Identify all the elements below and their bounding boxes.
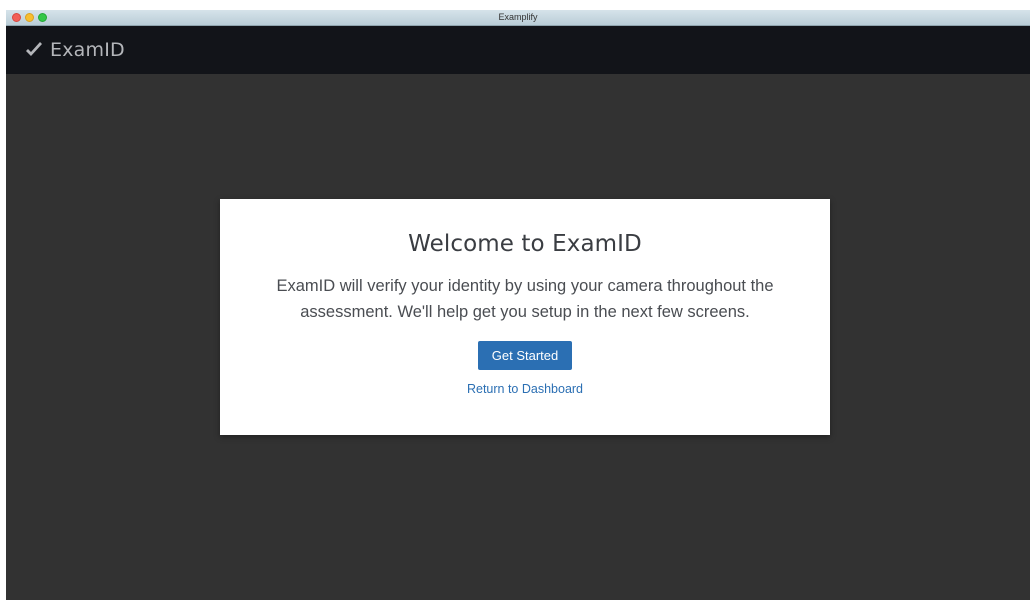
app-window: Examplify ExamID Welcome to ExamID ExamI… bbox=[6, 10, 1030, 600]
get-started-button[interactable]: Get Started bbox=[477, 341, 573, 370]
window-titlebar[interactable]: Examplify bbox=[6, 10, 1030, 26]
app-header: ExamID bbox=[6, 26, 1030, 74]
brand-logo: ExamID bbox=[24, 39, 125, 61]
dialog-title: Welcome to ExamID bbox=[408, 231, 642, 257]
welcome-dialog: Welcome to ExamID ExamID will verify you… bbox=[220, 199, 830, 435]
brand-name: ExamID bbox=[50, 39, 125, 61]
checkmark-icon bbox=[24, 40, 44, 60]
dialog-description: ExamID will verify your identity by usin… bbox=[276, 277, 774, 321]
return-to-dashboard-link[interactable]: Return to Dashboard bbox=[220, 382, 830, 396]
window-title: Examplify bbox=[498, 12, 538, 22]
